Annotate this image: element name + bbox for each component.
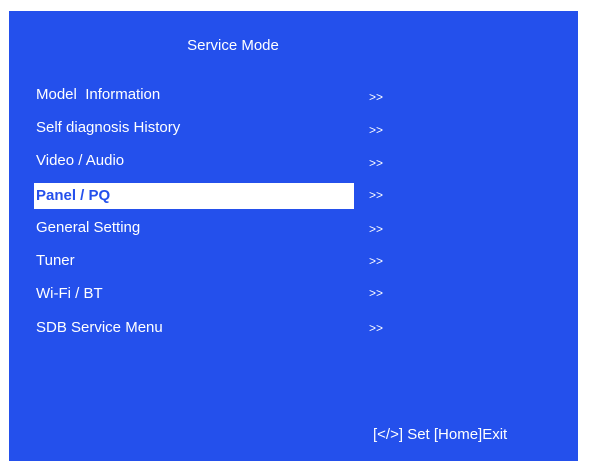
menu-item-label: Wi-Fi / BT <box>36 285 103 302</box>
submenu-arrow-icon[interactable]: >> <box>369 286 383 300</box>
menu-item-label: Tuner <box>36 252 75 269</box>
key-hint: [</>] Set [Home]Exit <box>373 426 508 443</box>
submenu-arrow-icon[interactable]: >> <box>369 90 383 104</box>
submenu-arrow-icon[interactable]: >> <box>369 188 383 202</box>
menu-item-label: General Setting <box>36 219 141 236</box>
submenu-arrow-icon[interactable]: >> <box>369 156 383 170</box>
submenu-arrow-icon[interactable]: >> <box>369 254 383 268</box>
menu-item-wifi-bt[interactable]: Wi-Fi / BT <box>34 281 354 307</box>
menu-item-video-audio[interactable]: Video / Audio <box>34 148 354 174</box>
submenu-arrow-icon[interactable]: >> <box>369 222 383 236</box>
menu-item-label: Self diagnosis History <box>36 119 181 136</box>
menu-item-tuner[interactable]: Tuner <box>34 248 354 274</box>
page-title: Service Mode <box>187 37 279 54</box>
menu-item-sdb-service-menu[interactable]: SDB Service Menu <box>34 315 354 341</box>
menu-item-label: Video / Audio <box>36 152 125 169</box>
submenu-arrow-icon[interactable]: >> <box>369 123 383 137</box>
menu-item-self-diagnosis-history[interactable]: Self diagnosis History <box>34 115 354 141</box>
submenu-arrow-icon[interactable]: >> <box>369 321 383 335</box>
service-mode-panel: Service Mode Model Information >> Self d… <box>9 11 578 461</box>
menu-item-label: Panel / PQ <box>36 187 111 204</box>
menu-item-label: SDB Service Menu <box>36 319 163 336</box>
menu-item-panel-pq[interactable]: Panel / PQ <box>34 183 354 209</box>
menu-item-model-information[interactable]: Model Information <box>34 82 354 108</box>
menu-item-general-setting[interactable]: General Setting <box>34 215 354 241</box>
menu-item-label: Model Information <box>36 86 161 103</box>
